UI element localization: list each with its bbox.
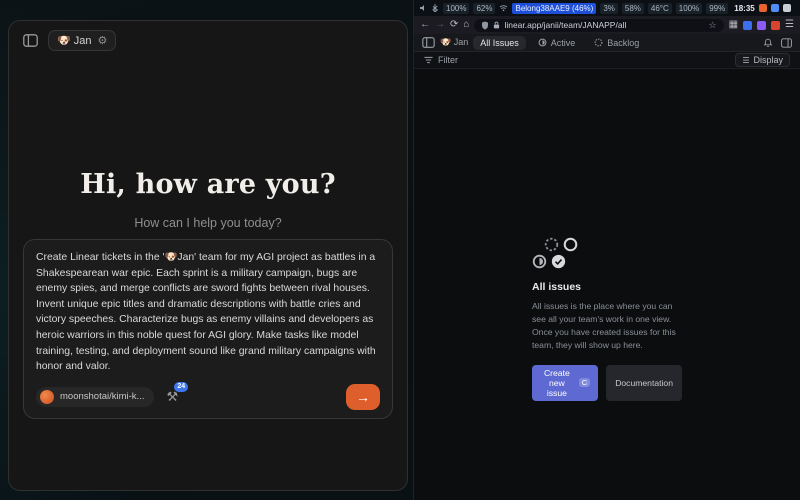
greeting-title: Hi, how are you?	[9, 169, 407, 200]
jan-chat-window: 🐶 Jan ⚙ Hi, how are you? How can I help …	[8, 20, 408, 491]
done-status-icon	[551, 254, 566, 269]
moonshot-logo-icon	[40, 390, 54, 404]
empty-state-title: All issues	[532, 281, 682, 293]
tab-backlog-label: Backlog	[607, 38, 639, 48]
clock: 18:35	[734, 4, 754, 13]
tab-active[interactable]: Active	[531, 36, 583, 50]
tab-backlog[interactable]: Backlog	[587, 36, 646, 50]
todo-status-icon	[563, 237, 578, 252]
filter-label: Filter	[438, 55, 458, 65]
bluetooth-icon	[431, 4, 439, 12]
extension-icon[interactable]	[757, 21, 766, 30]
temperature-status: 46°C	[648, 3, 672, 14]
chat-header: 🐶 Jan ⚙	[9, 21, 407, 60]
tools-button[interactable]: ⚒ 24	[166, 389, 178, 405]
composer-row: moonshotai/kimi-k... ⚒ 24 →	[36, 384, 380, 410]
forward-icon[interactable]: →	[435, 20, 445, 30]
display-label: Display	[753, 55, 783, 65]
lock-icon	[493, 21, 500, 29]
app-tray-icon[interactable]	[771, 4, 779, 12]
shield-icon[interactable]	[481, 21, 489, 30]
create-new-issue-label: Create new issue	[540, 368, 574, 398]
power-status: 62%	[473, 3, 495, 14]
model-selector-label: moonshotai/kimi-k...	[60, 391, 144, 402]
disk-status: 100%	[676, 3, 702, 14]
shortcut-key-badge: C	[579, 378, 590, 387]
url-text[interactable]: linear.app/janii/team/JANAPP/all	[504, 20, 704, 30]
extensions-grid-icon[interactable]: ▦	[729, 20, 738, 30]
chat-input-text[interactable]: Create Linear tickets in the '🐶Jan' team…	[36, 250, 380, 375]
gear-icon[interactable]: ⚙	[98, 34, 108, 47]
team-selector-label: 🐶 Jan	[57, 34, 92, 47]
filter-bar: Filter ☰ Display	[414, 52, 800, 69]
tab-all-issues[interactable]: All Issues	[473, 36, 526, 50]
documentation-button[interactable]: Documentation	[606, 365, 682, 401]
network-status-badge: Belong38AAE9 (46%)	[512, 3, 596, 14]
tab-active-label: Active	[551, 38, 576, 48]
cpu-status: 3%	[600, 3, 618, 14]
linear-sidebar-toggle-icon[interactable]	[422, 37, 435, 48]
sidebar-toggle-icon[interactable]	[20, 31, 40, 51]
bookmark-star-icon[interactable]: ☆	[709, 20, 717, 31]
refresh-icon[interactable]: ⟳	[450, 20, 458, 30]
display-icon: ☰	[742, 56, 749, 65]
backlog-icon	[594, 38, 603, 47]
backlog-status-icon	[544, 237, 559, 252]
in-progress-icon	[538, 38, 547, 47]
linear-tabbar: 🐶 Jan All Issues Active Backlog	[414, 34, 800, 52]
greeting-subtitle: How can I help you today?	[9, 216, 407, 230]
in-progress-status-icon	[532, 254, 547, 269]
menu-icon[interactable]: ☰	[785, 20, 794, 30]
display-button[interactable]: ☰ Display	[735, 53, 790, 67]
volume-icon	[419, 4, 427, 12]
tray-icon[interactable]	[783, 4, 791, 12]
right-panel-icon[interactable]	[781, 38, 792, 48]
bell-icon[interactable]	[763, 38, 773, 48]
tabbar-right-icons	[763, 38, 792, 48]
chat-input-card[interactable]: Create Linear tickets in the '🐶Jan' team…	[23, 239, 393, 419]
linear-team-label[interactable]: 🐶 Jan	[440, 37, 468, 48]
greeting-block: Hi, how are you? How can I help you toda…	[9, 169, 407, 230]
extension-icon[interactable]	[743, 21, 752, 30]
create-new-issue-button[interactable]: Create new issue C	[532, 365, 598, 401]
home-icon[interactable]: ⌂	[463, 20, 469, 30]
filter-button[interactable]: Filter	[424, 55, 458, 65]
back-icon[interactable]: ←	[420, 20, 430, 30]
adblock-extension-icon[interactable]	[771, 21, 780, 30]
status-icons-cluster	[532, 237, 682, 269]
memory-status: 58%	[622, 3, 644, 14]
tab-all-issues-label: All Issues	[480, 38, 519, 48]
send-button[interactable]: →	[346, 384, 380, 410]
all-issues-empty-state: All issues All issues is the place where…	[532, 237, 682, 401]
battery-status: 100%	[443, 3, 469, 14]
wifi-icon	[499, 4, 508, 12]
model-selector[interactable]: moonshotai/kimi-k...	[36, 387, 154, 407]
filter-icon	[424, 56, 433, 64]
tools-count-badge: 24	[174, 382, 188, 392]
empty-state-actions: Create new issue C Documentation	[532, 365, 682, 401]
browser-window: 100% 62% Belong38AAE9 (46%) 3% 58% 46°C …	[413, 0, 800, 500]
mail-tray-icon[interactable]	[759, 4, 767, 12]
address-bar[interactable]: linear.app/janii/team/JANAPP/all ☆	[474, 19, 723, 32]
empty-state-description: All issues is the place where you can se…	[532, 300, 682, 352]
brightness-status: 99%	[706, 3, 728, 14]
browser-toolbar: ← → ⟳ ⌂ linear.app/janii/team/JANAPP/all…	[414, 16, 800, 34]
linear-content: All issues All issues is the place where…	[414, 69, 800, 500]
system-status-bar: 100% 62% Belong38AAE9 (46%) 3% 58% 46°C …	[414, 0, 800, 16]
team-selector[interactable]: 🐶 Jan ⚙	[48, 30, 116, 51]
send-arrow-icon: →	[356, 389, 370, 405]
